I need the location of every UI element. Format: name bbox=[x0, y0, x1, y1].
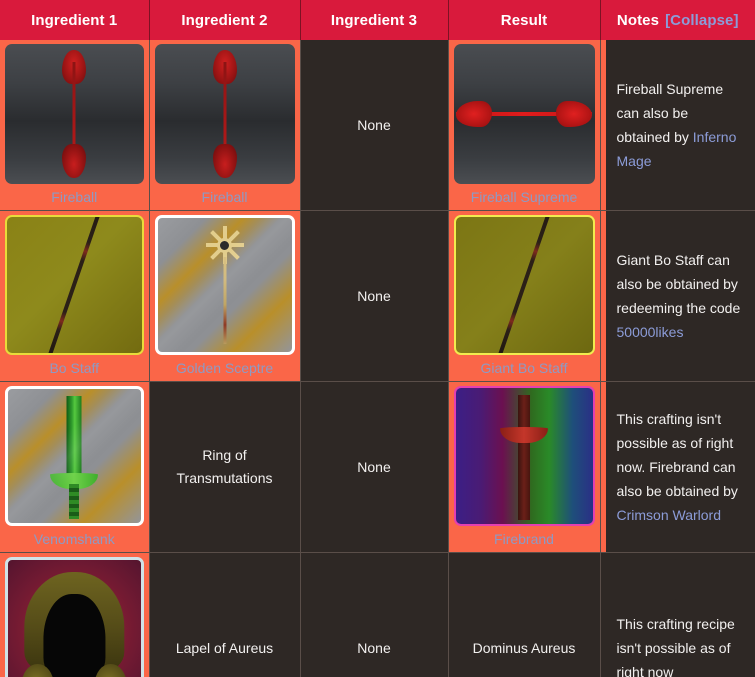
crafting-recipes-table: Ingredient 1 Ingredient 2 Ingredient 3 R… bbox=[0, 0, 755, 677]
notes-cell: This crafting recipe isn't possible as o… bbox=[600, 552, 755, 677]
column-header-label: Ingredient 2 bbox=[181, 11, 268, 29]
result-cell[interactable]: Fireball Supreme bbox=[448, 40, 601, 211]
venomshank-icon bbox=[5, 386, 144, 526]
column-header-label: Notes bbox=[616, 11, 660, 29]
column-header-label: Ingredient 1 bbox=[31, 11, 118, 29]
table-header-row: Ingredient 1 Ingredient 2 Ingredient 3 R… bbox=[0, 0, 755, 40]
golden-sceptre-icon bbox=[154, 215, 295, 355]
item-label[interactable]: Giant Bo Staff bbox=[454, 355, 595, 381]
table-row: Fireball Fireball None Fireball Supreme … bbox=[0, 40, 755, 211]
notes-link[interactable]: 50000likes bbox=[617, 324, 684, 340]
item-label[interactable]: Firebrand bbox=[454, 526, 595, 552]
ingredient-1-cell[interactable]: Dominus Aureus bbox=[0, 552, 150, 677]
ingredient-1-cell[interactable]: Fireball bbox=[0, 40, 150, 211]
table-row: Dominus Aureus Lapel of Aureus None Domi… bbox=[0, 552, 755, 677]
notes-text: This crafting isn't possible as of right… bbox=[616, 410, 738, 500]
ingredient-1-cell[interactable]: Venomshank bbox=[0, 381, 150, 553]
item-label[interactable]: Fireball bbox=[155, 184, 295, 210]
item-label[interactable]: Fireball bbox=[5, 184, 144, 210]
notes-cell: Fireball Supreme can also be obtained by… bbox=[600, 40, 755, 211]
bo-staff-icon bbox=[5, 215, 144, 355]
fireball-supreme-icon bbox=[453, 44, 595, 184]
ingredient-3-cell: None bbox=[300, 210, 449, 382]
fireball-staff-icon bbox=[5, 44, 144, 184]
collapse-notes-link[interactable]: [Collapse] bbox=[665, 12, 739, 29]
ingredient-2-cell: Ring of Transmutations bbox=[149, 381, 301, 553]
column-header-notes: Notes [Collapse] bbox=[600, 0, 755, 40]
column-header-label: Ingredient 3 bbox=[330, 11, 418, 29]
notes-cell: Giant Bo Staff can also be obtained by r… bbox=[600, 210, 755, 382]
firebrand-icon bbox=[453, 386, 595, 526]
ingredient-1-cell[interactable]: Bo Staff bbox=[0, 210, 150, 382]
ingredient-2-cell[interactable]: Golden Sceptre bbox=[149, 210, 301, 382]
column-header-ingredient-3: Ingredient 3 bbox=[300, 0, 449, 40]
item-label[interactable]: Bo Staff bbox=[5, 355, 144, 381]
ingredient-3-cell: None bbox=[300, 40, 449, 211]
table-row: Bo Staff Golden Sceptre None Giant Bo St… bbox=[0, 210, 755, 382]
notes-text: This crafting recipe isn't possible as o… bbox=[616, 615, 735, 677]
dominus-aureus-icon bbox=[5, 557, 144, 677]
notes-cell: This crafting isn't possible as of right… bbox=[600, 381, 755, 553]
item-label[interactable]: Venomshank bbox=[5, 526, 144, 552]
notes-link[interactable]: Crimson Warlord bbox=[617, 507, 722, 523]
ingredient-3-cell: None bbox=[300, 552, 449, 677]
ingredient-3-cell: None bbox=[300, 381, 449, 553]
result-cell[interactable]: Firebrand bbox=[448, 381, 601, 553]
fireball-staff-icon bbox=[154, 44, 295, 184]
table-row: Venomshank Ring of Transmutations None F… bbox=[0, 381, 755, 553]
column-header-result: Result bbox=[448, 0, 601, 40]
ingredient-2-cell: Lapel of Aureus bbox=[149, 552, 301, 677]
result-cell: Dominus Aureus bbox=[448, 552, 601, 677]
item-label[interactable]: Golden Sceptre bbox=[155, 355, 295, 381]
column-header-ingredient-1: Ingredient 1 bbox=[0, 0, 150, 40]
item-label[interactable]: Fireball Supreme bbox=[454, 184, 595, 210]
column-header-ingredient-2: Ingredient 2 bbox=[149, 0, 301, 40]
column-header-label: Result bbox=[500, 11, 548, 29]
notes-text: Giant Bo Staff can also be obtained by r… bbox=[616, 251, 741, 316]
giant-bo-staff-icon bbox=[453, 215, 595, 355]
result-cell[interactable]: Giant Bo Staff bbox=[448, 210, 601, 382]
ingredient-2-cell[interactable]: Fireball bbox=[149, 40, 301, 211]
